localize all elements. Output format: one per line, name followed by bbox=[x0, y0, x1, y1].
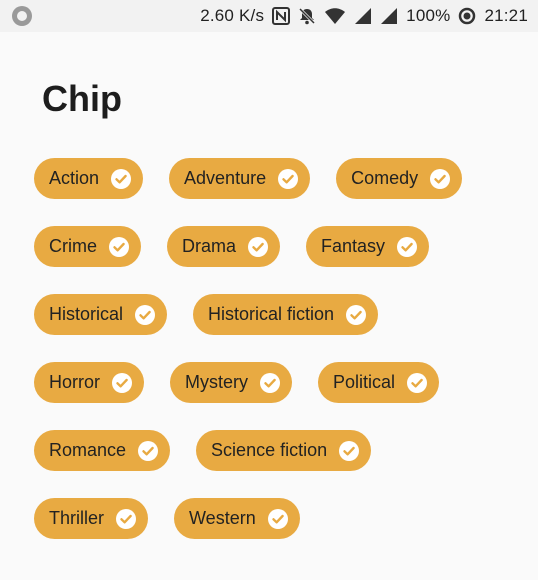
nfc-icon bbox=[272, 7, 291, 25]
check-circle-icon bbox=[248, 236, 269, 257]
chip-historical-fiction[interactable]: Historical fiction bbox=[193, 294, 379, 335]
chip-mystery[interactable]: Mystery bbox=[170, 362, 293, 403]
chip-label: Historical fiction bbox=[208, 304, 335, 324]
check-circle-icon bbox=[112, 372, 133, 393]
chip-label: Science fiction bbox=[211, 440, 328, 460]
check-circle-icon bbox=[339, 440, 360, 461]
check-circle-icon bbox=[135, 304, 156, 325]
chip-thriller[interactable]: Thriller bbox=[34, 498, 149, 539]
check-circle-icon bbox=[111, 168, 132, 189]
check-circle-icon bbox=[346, 304, 367, 325]
notifications-off-icon bbox=[299, 7, 316, 25]
chip-label: Adventure bbox=[184, 168, 267, 188]
chip-row: Historical Historical fiction bbox=[34, 294, 504, 335]
check-circle-icon bbox=[430, 168, 451, 189]
check-circle-icon bbox=[109, 236, 129, 257]
clock: 21:21 bbox=[484, 6, 528, 25]
check-circle-icon bbox=[267, 508, 288, 529]
chip-row: Horror Mystery Political bbox=[34, 362, 504, 403]
chip-horror[interactable]: Horror bbox=[34, 362, 145, 403]
chip-label: Drama bbox=[182, 236, 237, 256]
chip-row: Crime Drama Fantasy bbox=[34, 226, 504, 267]
chip-fantasy[interactable]: Fantasy bbox=[306, 226, 430, 267]
chip-label: Political bbox=[333, 372, 396, 392]
check-circle-icon bbox=[116, 508, 137, 529]
chip-drama[interactable]: Drama bbox=[167, 226, 281, 267]
chip-label: Mystery bbox=[185, 372, 249, 392]
wifi-icon bbox=[325, 8, 346, 24]
check-circle-icon bbox=[397, 236, 418, 257]
chip-label: Historical bbox=[49, 304, 124, 324]
signal-icon bbox=[355, 8, 372, 24]
chip-label: Romance bbox=[49, 440, 127, 460]
chip-group: Action Adventure Comedy Crime Drama Fantasy Hi… bbox=[34, 158, 504, 566]
chip-label: Thriller bbox=[49, 508, 105, 528]
chip-political[interactable]: Political bbox=[318, 362, 440, 403]
network-speed: 2.60 K/s bbox=[200, 6, 265, 25]
status-right: 2.60 K/s 100% 21:21 bbox=[200, 0, 528, 32]
check-circle-icon bbox=[138, 440, 159, 461]
circle-notification-icon bbox=[12, 6, 32, 26]
chip-science-fiction[interactable]: Science fiction bbox=[196, 430, 372, 471]
battery-icon bbox=[459, 7, 476, 25]
check-circle-icon bbox=[407, 372, 428, 393]
chip-row: Thriller Western bbox=[34, 498, 504, 539]
chip-label: Comedy bbox=[351, 168, 419, 188]
chip-label: Fantasy bbox=[321, 236, 386, 256]
chip-label: Horror bbox=[49, 372, 101, 392]
chip-western[interactable]: Western bbox=[174, 498, 300, 539]
chip-crime[interactable]: Crime bbox=[34, 226, 141, 267]
chip-romance[interactable]: Romance bbox=[34, 430, 171, 471]
chip-row: Action Adventure Comedy bbox=[34, 158, 504, 199]
chip-label: Action bbox=[49, 168, 100, 188]
chip-historical[interactable]: Historical bbox=[34, 294, 168, 335]
battery-level: 100% bbox=[406, 6, 451, 25]
chip-label: Crime bbox=[49, 236, 97, 256]
page-title: Chip bbox=[42, 78, 122, 119]
chip-row: Romance Science fiction bbox=[34, 430, 504, 471]
signal-icon-2 bbox=[381, 8, 398, 24]
status-bar: 2.60 K/s 100% 21:21 bbox=[0, 0, 538, 32]
check-circle-icon bbox=[260, 372, 281, 393]
chip-label: Western bbox=[189, 508, 256, 528]
chip-action[interactable]: Action bbox=[34, 158, 144, 199]
chip-adventure[interactable]: Adventure bbox=[169, 158, 311, 199]
chip-comedy[interactable]: Comedy bbox=[336, 158, 463, 199]
check-circle-icon bbox=[278, 168, 299, 189]
